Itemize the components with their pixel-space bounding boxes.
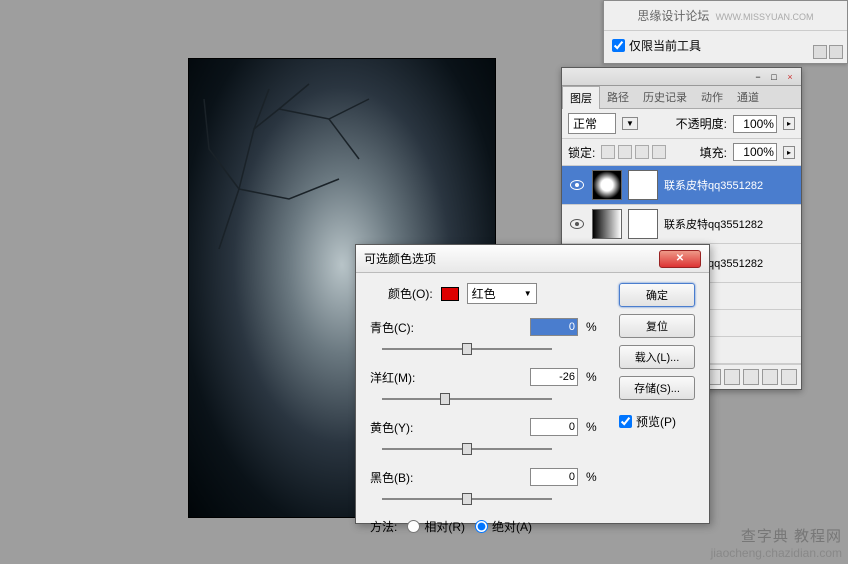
method-label: 方法:: [370, 518, 397, 535]
watermark: 查字典 教程网 jiaocheng.chazidian.com: [711, 527, 842, 562]
branches-decoration: [199, 69, 479, 249]
forum-title: 思缘设计论坛 WWW.MISSYUAN.COM: [604, 1, 847, 30]
black-label: 黑色(B):: [370, 469, 426, 486]
new-layer-icon[interactable]: [762, 369, 778, 385]
chevron-down-icon[interactable]: ▼: [622, 117, 638, 130]
tab-paths[interactable]: 路径: [600, 86, 636, 108]
yellow-input[interactable]: 0: [530, 418, 578, 436]
layer-thumbnail[interactable]: [592, 170, 622, 200]
reset-button[interactable]: 复位: [619, 314, 695, 338]
save-button[interactable]: 存储(S)...: [619, 376, 695, 400]
panel-icon[interactable]: [829, 45, 843, 59]
layers-titlebar[interactable]: − □ ×: [562, 68, 801, 86]
layer-name: 联系皮特qq3551282: [664, 177, 763, 193]
color-swatch: [441, 287, 459, 301]
adjustment-layer-icon[interactable]: [724, 369, 740, 385]
layer-name: 联系皮特qq3551282: [664, 216, 763, 232]
lock-all-icon[interactable]: [652, 145, 666, 159]
opacity-label: 不透明度:: [676, 115, 727, 132]
maximize-icon[interactable]: □: [767, 71, 781, 83]
minimize-icon[interactable]: −: [751, 71, 765, 83]
yellow-label: 黄色(Y):: [370, 419, 426, 436]
chevron-right-icon[interactable]: ▸: [783, 146, 795, 159]
magenta-slider[interactable]: [382, 392, 552, 408]
opacity-input[interactable]: 100%: [733, 115, 777, 133]
lock-transparency-icon[interactable]: [601, 145, 615, 159]
top-info-panel: 思缘设计论坛 WWW.MISSYUAN.COM 仅限当前工具: [603, 0, 848, 64]
close-icon[interactable]: ×: [783, 71, 797, 83]
cyan-input[interactable]: 0: [530, 318, 578, 336]
method-relative-radio[interactable]: [407, 520, 420, 533]
load-button[interactable]: 载入(L)...: [619, 345, 695, 369]
tab-channels[interactable]: 通道: [730, 86, 766, 108]
lock-pixels-icon[interactable]: [618, 145, 632, 159]
panel-icon[interactable]: [813, 45, 827, 59]
ok-button[interactable]: 确定: [619, 283, 695, 307]
layer-mask-thumbnail[interactable]: [628, 170, 658, 200]
percent-label: %: [586, 420, 600, 434]
lock-label: 锁定:: [568, 144, 595, 161]
layer-item[interactable]: 联系皮特qq3551282: [562, 166, 801, 205]
blend-mode-select[interactable]: 正常: [568, 113, 616, 134]
method-relative-label: 相对(R): [424, 518, 465, 535]
lock-position-icon[interactable]: [635, 145, 649, 159]
layer-thumbnail[interactable]: [592, 209, 622, 239]
current-tool-only-label: 仅限当前工具: [629, 37, 701, 54]
layer-mask-thumbnail[interactable]: [628, 209, 658, 239]
preview-checkbox[interactable]: [619, 415, 632, 428]
percent-label: %: [586, 370, 600, 384]
yellow-slider[interactable]: [382, 442, 552, 458]
chevron-right-icon[interactable]: ▸: [783, 117, 795, 130]
cyan-slider[interactable]: [382, 342, 552, 358]
layer-group-icon[interactable]: [743, 369, 759, 385]
black-input[interactable]: 0: [530, 468, 578, 486]
delete-layer-icon[interactable]: [781, 369, 797, 385]
panel-tabs: 图层 路径 历史记录 动作 通道: [562, 86, 801, 109]
method-absolute-label: 绝对(A): [492, 518, 532, 535]
percent-label: %: [586, 320, 600, 334]
dialog-titlebar[interactable]: 可选颜色选项 ✕: [356, 245, 709, 273]
preview-label: 预览(P): [636, 413, 676, 430]
visibility-icon[interactable]: [570, 180, 584, 190]
fill-label: 填充:: [700, 144, 727, 161]
color-label: 颜色(O):: [388, 285, 433, 302]
selective-color-dialog: 可选颜色选项 ✕ 颜色(O): 红色▼ 青色(C): 0 % 洋红(M):: [355, 244, 710, 524]
fill-input[interactable]: 100%: [733, 143, 777, 161]
color-select[interactable]: 红色▼: [467, 283, 537, 304]
cyan-label: 青色(C):: [370, 319, 426, 336]
current-tool-only-checkbox[interactable]: [612, 39, 625, 52]
dialog-title: 可选颜色选项: [364, 250, 436, 267]
percent-label: %: [586, 470, 600, 484]
method-absolute-radio[interactable]: [475, 520, 488, 533]
chevron-down-icon: ▼: [524, 289, 532, 298]
magenta-input[interactable]: -26: [530, 368, 578, 386]
tab-actions[interactable]: 动作: [694, 86, 730, 108]
layer-item[interactable]: 联系皮特qq3551282: [562, 205, 801, 244]
magenta-label: 洋红(M):: [370, 369, 426, 386]
black-slider[interactable]: [382, 492, 552, 508]
tab-layers[interactable]: 图层: [562, 86, 600, 109]
tab-history[interactable]: 历史记录: [636, 86, 694, 108]
close-button[interactable]: ✕: [659, 250, 701, 268]
visibility-icon[interactable]: [570, 219, 584, 229]
